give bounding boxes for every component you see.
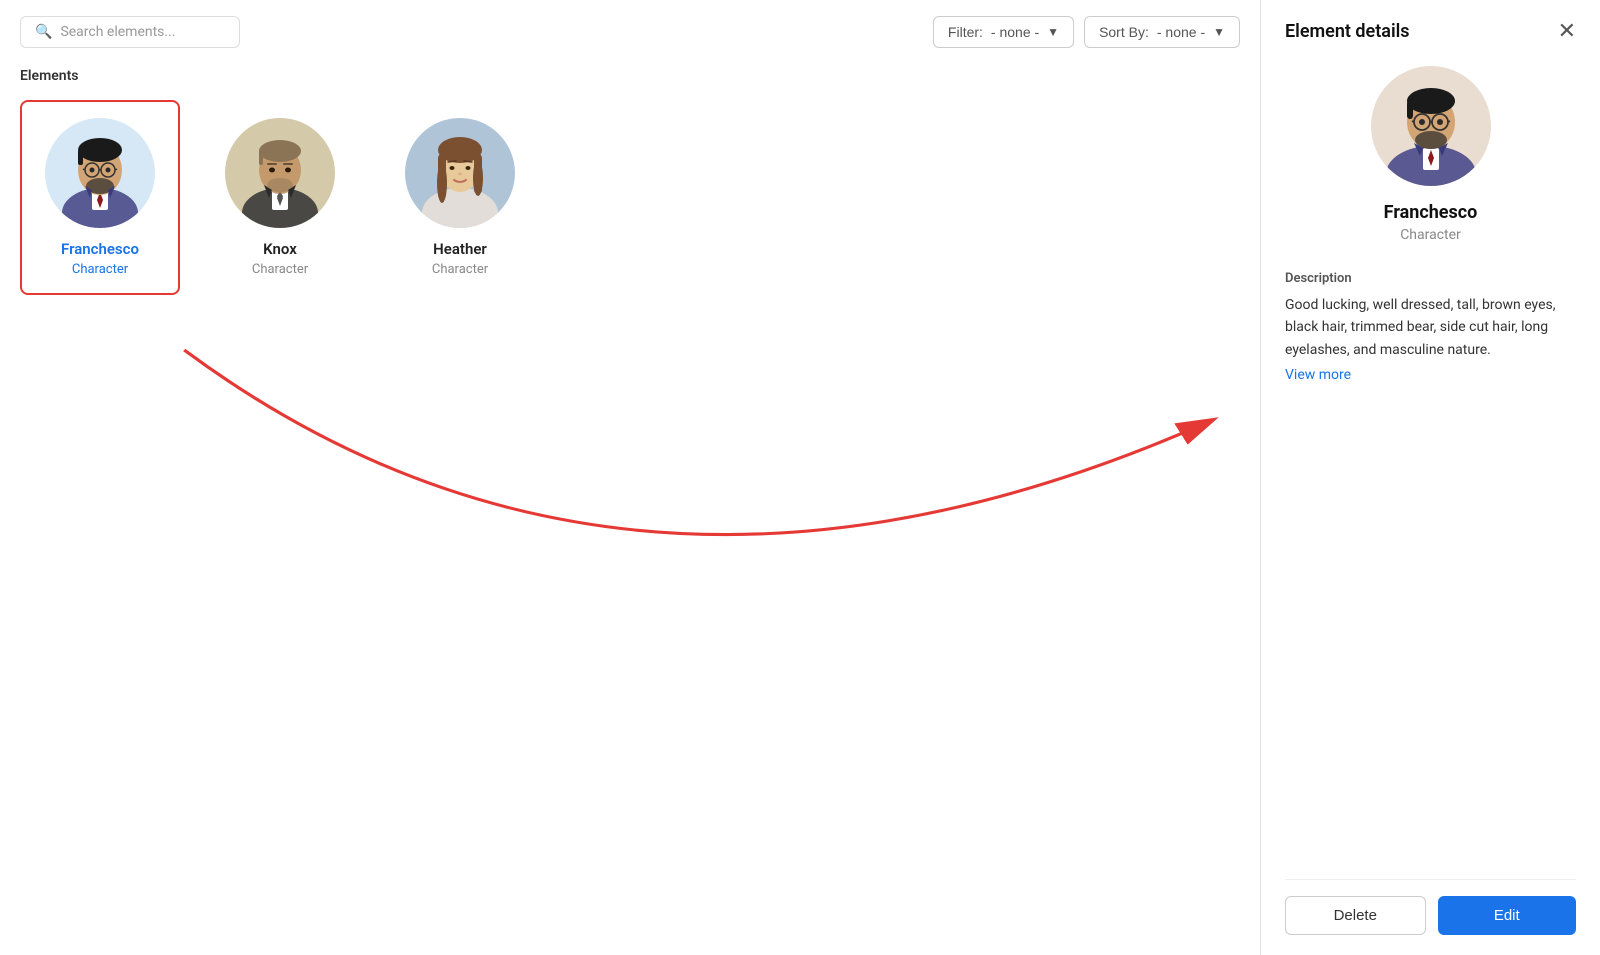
avatar-franchesco xyxy=(45,118,155,228)
avatar-svg-knox xyxy=(225,118,335,228)
panel-title: Element details xyxy=(1285,21,1410,42)
search-placeholder: Search elements... xyxy=(60,24,175,40)
panel-character-type: Character xyxy=(1285,227,1576,243)
card-name-knox: Knox xyxy=(263,240,297,258)
close-button[interactable]: ✕ xyxy=(1558,20,1576,42)
avatar-svg-heather xyxy=(405,118,515,228)
sortby-dropdown[interactable]: Sort By: - none - ▼ xyxy=(1084,16,1240,48)
filter-dropdown[interactable]: Filter: - none - ▼ xyxy=(933,16,1074,48)
panel-character-name: Franchesco xyxy=(1285,202,1576,223)
view-more-link[interactable]: View more xyxy=(1285,367,1576,383)
panel-spacer xyxy=(1285,383,1576,879)
panel-avatar xyxy=(1371,66,1491,186)
edit-button[interactable]: Edit xyxy=(1438,896,1577,935)
filter-value: - none - xyxy=(991,24,1039,40)
filter-label: Filter: xyxy=(948,24,983,40)
card-type-heather: Character xyxy=(432,262,488,277)
sortby-arrow-icon: ▼ xyxy=(1213,25,1225,39)
description-label: Description xyxy=(1285,271,1576,286)
sortby-label: Sort By: xyxy=(1099,24,1149,40)
right-panel: Element details ✕ xyxy=(1260,0,1600,955)
search-icon: 🔍 xyxy=(35,24,52,40)
elements-grid: Franchesco Character xyxy=(20,100,1240,295)
element-card-heather[interactable]: Heather Character xyxy=(380,100,540,295)
top-bar: 🔍 Search elements... Filter: - none - ▼ … xyxy=(20,16,1240,48)
search-box[interactable]: 🔍 Search elements... xyxy=(20,16,240,48)
panel-header: Element details ✕ xyxy=(1285,20,1576,42)
element-card-franchesco[interactable]: Franchesco Character xyxy=(20,100,180,295)
description-text: Good lucking, well dressed, tall, brown … xyxy=(1285,294,1576,361)
filter-arrow-icon: ▼ xyxy=(1047,25,1059,39)
panel-buttons: Delete Edit xyxy=(1285,879,1576,935)
delete-button[interactable]: Delete xyxy=(1285,896,1426,935)
panel-avatar-svg xyxy=(1371,66,1491,186)
element-card-knox[interactable]: Knox Character xyxy=(200,100,360,295)
elements-section: Elements xyxy=(20,68,1240,295)
main-content: 🔍 Search elements... Filter: - none - ▼ … xyxy=(0,0,1260,955)
elements-section-label: Elements xyxy=(20,68,1240,84)
avatar-heather xyxy=(405,118,515,228)
card-type-franchesco: Character xyxy=(72,262,128,277)
card-type-knox: Character xyxy=(252,262,308,277)
sortby-value: - none - xyxy=(1157,24,1205,40)
card-name-franchesco: Franchesco xyxy=(61,240,139,258)
card-name-heather: Heather xyxy=(433,240,487,258)
avatar-svg-franchesco xyxy=(45,118,155,228)
filter-sort-controls: Filter: - none - ▼ Sort By: - none - ▼ xyxy=(933,16,1240,48)
avatar-knox xyxy=(225,118,335,228)
